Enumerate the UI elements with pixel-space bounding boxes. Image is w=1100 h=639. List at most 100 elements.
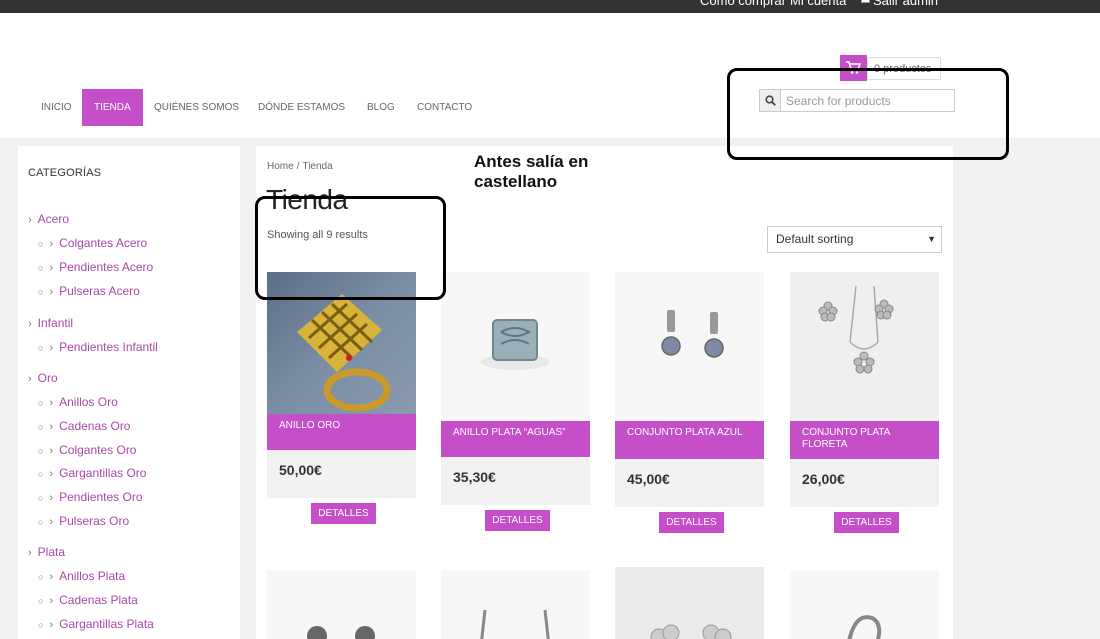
- chevron-right-icon: ›: [49, 619, 54, 631]
- subcategory-item[interactable]: ○ › Colgantes Acero: [38, 236, 147, 250]
- bullet-icon: ○: [38, 239, 44, 249]
- category-oro[interactable]: › Oro: [28, 371, 58, 385]
- subcategory-item[interactable]: ○ › Pulseras Oro: [38, 514, 129, 528]
- product-price: 45,00€: [627, 471, 670, 487]
- topbar-link-como-comprar[interactable]: Cómo comprar: [700, 0, 786, 8]
- chevron-right-icon: ›: [49, 468, 54, 480]
- chevron-right-icon: ›: [28, 318, 32, 330]
- subcategory-item[interactable]: ○ › Pendientes Acero: [38, 260, 153, 274]
- nav-item-contacto[interactable]: CONTACTO: [417, 89, 472, 126]
- subcategory-item[interactable]: ○ › Anillos Plata: [38, 569, 125, 583]
- details-button[interactable]: DETALLES: [834, 512, 899, 533]
- details-button[interactable]: DETALLES: [311, 503, 376, 524]
- bullet-icon: ○: [38, 343, 44, 353]
- bullet-icon: ○: [38, 398, 44, 408]
- product-price: 26,00€: [802, 471, 845, 487]
- nav-item-inicio[interactable]: INICIO: [41, 89, 72, 126]
- category-plata[interactable]: › Plata: [28, 545, 65, 559]
- sidebar-title: CATEGORÍAS: [28, 167, 102, 179]
- annotation-frame-search: [727, 68, 1009, 160]
- admin-checkbox[interactable]: [861, 0, 870, 3]
- bullet-icon: ○: [38, 446, 44, 456]
- product-card: ANILLO PLATA “AGUAS” 35,30€ DETALLES: [441, 272, 590, 540]
- subcategory-item[interactable]: ○ › Anillos Oro: [38, 395, 118, 409]
- details-button[interactable]: DETALLES: [659, 512, 724, 533]
- nav-item-blog[interactable]: BLOG: [367, 89, 395, 126]
- category-infantil[interactable]: › Infantil: [28, 316, 73, 330]
- product-image[interactable]: [790, 570, 939, 639]
- chevron-right-icon: ›: [49, 516, 54, 528]
- chevron-right-icon: ›: [49, 397, 54, 409]
- product-image[interactable]: [790, 272, 939, 421]
- nav-item-tienda[interactable]: TIENDA: [82, 89, 143, 126]
- annotation-note: Antes salía en castellano: [474, 152, 588, 192]
- product-title[interactable]: ANILLO PLATA “AGUAS”: [441, 421, 590, 457]
- bullet-icon: ○: [38, 263, 44, 273]
- chevron-right-icon: ›: [49, 571, 54, 583]
- nav-item-donde-estamos[interactable]: DÓNDE ESTAMOS: [258, 89, 345, 126]
- product-card: [441, 570, 590, 639]
- product-price-box: 35,30€: [441, 457, 590, 505]
- dropdown-arrow-icon: ▼: [927, 234, 936, 244]
- subcategory-item[interactable]: ○ › Gargantillas Plata: [38, 617, 154, 631]
- bullet-icon: ○: [38, 596, 44, 606]
- breadcrumb-current: Tienda: [302, 161, 333, 172]
- breadcrumb-separator: /: [296, 161, 300, 172]
- nav-item-quienes-somos[interactable]: QUIÉNES SOMOS: [154, 89, 239, 126]
- chevron-right-icon: ›: [49, 492, 54, 504]
- product-price: 50,00€: [279, 462, 322, 478]
- bullet-icon: ○: [38, 572, 44, 582]
- product-card: ANILLO ORO 50,00€ DETALLES: [267, 272, 416, 532]
- product-card: [267, 570, 416, 639]
- categories-sidebar: CATEGORÍAS › Acero ○ › Colgantes Acero ○ › Pe…: [18, 146, 240, 639]
- product-card: CONJUNTO PLATA FLORETA 26,00€ DETALLES: [790, 272, 939, 542]
- subcategory-item[interactable]: ○ › Pendientes Infantil: [38, 340, 158, 354]
- subcategory-item[interactable]: ○ › Pendientes Oro: [38, 490, 143, 504]
- bullet-icon: ○: [38, 422, 44, 432]
- chevron-right-icon: ›: [28, 214, 32, 226]
- subcategory-item[interactable]: ○ › Cadenas Oro: [38, 419, 130, 433]
- product-title[interactable]: ANILLO ORO: [267, 414, 416, 450]
- product-image[interactable]: [441, 272, 590, 421]
- product-title[interactable]: CONJUNTO PLATA FLORETA: [790, 421, 939, 459]
- subcategory-item[interactable]: ○ › Gargantillas Oro: [38, 466, 146, 480]
- bullet-icon: ○: [38, 493, 44, 503]
- topbar-link-salir-admin[interactable]: Salir admin: [873, 0, 938, 8]
- topbar-link-mi-cuenta[interactable]: Mi cuenta: [790, 0, 846, 8]
- breadcrumb: Home / Tienda: [267, 161, 333, 172]
- subcategory-item[interactable]: ○ › Pulseras Acero: [38, 284, 140, 298]
- chevron-right-icon: ›: [49, 595, 54, 607]
- chevron-right-icon: ›: [49, 342, 54, 354]
- product-price-box: 45,00€: [615, 459, 764, 507]
- bullet-icon: ○: [38, 469, 44, 479]
- chevron-right-icon: ›: [28, 547, 32, 559]
- chevron-right-icon: ›: [49, 262, 54, 274]
- breadcrumb-home[interactable]: Home: [267, 161, 294, 172]
- bullet-icon: ○: [38, 620, 44, 630]
- product-card: CONJUNTO PLATA AZUL 45,00€ DETALLES: [615, 272, 764, 542]
- annotation-line: castellano: [474, 172, 558, 191]
- annotation-line: Antes salía en: [474, 152, 589, 171]
- top-bar: Cómo comprar Mi cuenta Salir admin: [0, 0, 1100, 13]
- chevron-right-icon: ›: [49, 421, 54, 433]
- product-price-box: 26,00€: [790, 459, 939, 507]
- sorting-select[interactable]: Default sorting ▼: [767, 226, 942, 253]
- chevron-right-icon: ›: [28, 373, 32, 385]
- product-card: [790, 570, 939, 639]
- product-image[interactable]: [441, 570, 590, 639]
- subcategory-item[interactable]: ○ › Colgantes Oro: [38, 443, 136, 457]
- product-price: 35,30€: [453, 469, 496, 485]
- product-title[interactable]: CONJUNTO PLATA AZUL: [615, 421, 764, 459]
- bullet-icon: ○: [38, 287, 44, 297]
- chevron-right-icon: ›: [49, 445, 54, 457]
- subcategory-item[interactable]: ○ › Cadenas Plata: [38, 593, 138, 607]
- product-price-box: 50,00€: [267, 450, 416, 498]
- category-acero[interactable]: › Acero: [28, 212, 69, 226]
- product-card: [615, 567, 764, 639]
- product-image[interactable]: [615, 567, 764, 639]
- product-image[interactable]: [615, 272, 764, 421]
- product-image[interactable]: [267, 570, 416, 639]
- annotation-frame-title: [255, 196, 446, 300]
- details-button[interactable]: DETALLES: [485, 510, 550, 531]
- chevron-right-icon: ›: [49, 286, 54, 298]
